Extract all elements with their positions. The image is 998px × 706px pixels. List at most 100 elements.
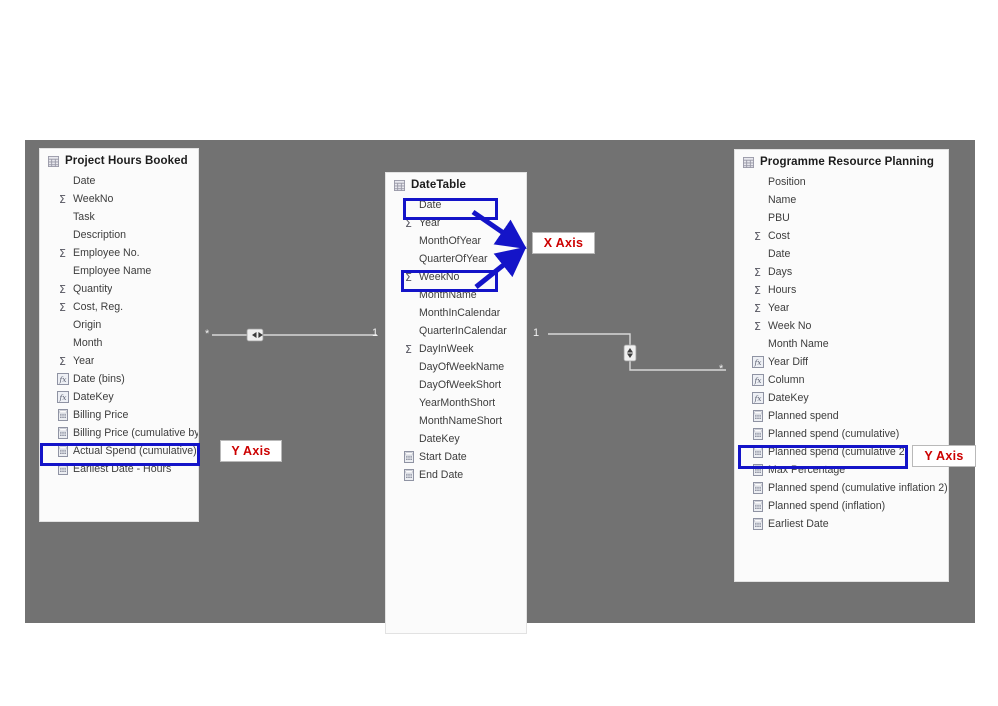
field-row[interactable]: Σ Year [386, 214, 526, 232]
field-row[interactable]: Planned spend (inflation) [735, 497, 948, 515]
field-row[interactable]: Planned spend [735, 407, 948, 425]
field-label: Planned spend (cumulative inflation 2) [768, 482, 948, 494]
field-row[interactable]: MonthInCalendar [386, 304, 526, 322]
measure-icon [751, 410, 764, 423]
field-label: QuarterInCalendar [419, 325, 507, 337]
field-row[interactable]: fx Column [735, 371, 948, 389]
table-header[interactable]: DateTable [386, 173, 526, 196]
field-row[interactable]: PBU [735, 209, 948, 227]
field-icon-none [56, 175, 69, 188]
field-row[interactable]: fx Date (bins) [40, 370, 198, 388]
field-list: Date Σ WeekNo Task Description Σ Employee No. E… [40, 172, 198, 484]
field-row[interactable]: Σ Employee No. [40, 244, 198, 262]
field-row[interactable]: Month Name [735, 335, 948, 353]
field-row[interactable]: Σ Quantity [40, 280, 198, 298]
field-label: DayOfWeekShort [419, 379, 502, 391]
field-row[interactable]: Σ Week No [735, 317, 948, 335]
field-list: Position Name PBU Σ Cost Date Σ Days Σ Hours Σ Year… [735, 173, 948, 539]
cardinality-many-left: * [205, 328, 210, 340]
table-card-datetable[interactable]: DateTable Date Σ Year MonthOfYear QuarterOfY… [385, 172, 527, 634]
calculated-column-icon: fx [751, 374, 764, 387]
field-label: Earliest Date [768, 518, 829, 530]
field-row[interactable]: Earliest Date - Hours [40, 460, 198, 478]
table-card-programme-resource-planning[interactable]: Programme Resource Planning Position Name… [734, 149, 949, 582]
field-row[interactable]: MonthNameShort [386, 412, 526, 430]
field-label: PBU [768, 212, 790, 224]
field-row[interactable]: End Date [386, 466, 526, 484]
table-header[interactable]: Programme Resource Planning [735, 150, 948, 173]
field-row[interactable]: Σ Hours [735, 281, 948, 299]
field-icon-none [402, 433, 415, 446]
table-header[interactable]: Project Hours Booked [40, 149, 198, 172]
field-row[interactable]: fx DateKey [40, 388, 198, 406]
field-label: MonthNameShort [419, 415, 503, 427]
field-row[interactable]: Task [40, 208, 198, 226]
field-row[interactable]: DayOfWeekName [386, 358, 526, 376]
field-icon-none [402, 253, 415, 266]
field-label: Employee Name [73, 265, 152, 277]
measure-icon [751, 500, 764, 513]
field-row[interactable]: Actual Spend (cumulative) [40, 442, 198, 460]
table-title: Project Hours Booked [65, 155, 188, 167]
field-row[interactable]: Billing Price [40, 406, 198, 424]
model-canvas[interactable]: * 1 1 * Project Hours Booked Date Σ WeekNo… [25, 140, 975, 634]
field-label: Name [768, 194, 797, 206]
field-row[interactable]: Billing Price (cumulative by » [40, 424, 198, 442]
field-row[interactable]: fx DateKey [735, 389, 948, 407]
field-row[interactable]: Planned spend (cumulative inflation 2) [735, 479, 948, 497]
field-row[interactable]: Σ WeekNo [386, 268, 526, 286]
measure-icon [56, 445, 69, 458]
field-icon-none [402, 325, 415, 338]
field-row[interactable]: fx Year Diff [735, 353, 948, 371]
field-row[interactable]: Date [40, 172, 198, 190]
field-label: Year [768, 302, 790, 314]
field-row[interactable]: Σ Cost [735, 227, 948, 245]
measure-icon [751, 464, 764, 477]
field-row[interactable]: Σ WeekNo [40, 190, 198, 208]
field-row[interactable]: MonthName [386, 286, 526, 304]
table-card-project-hours-booked[interactable]: Project Hours Booked Date Σ WeekNo Task Desc… [39, 148, 199, 522]
field-row[interactable]: Σ Days [735, 263, 948, 281]
field-row[interactable]: Origin [40, 316, 198, 334]
sigma-icon: Σ [405, 216, 412, 230]
field-row[interactable]: DayOfWeekShort [386, 376, 526, 394]
callout-y-axis-right: Y Axis [912, 445, 976, 467]
field-row[interactable]: Date [735, 245, 948, 263]
field-label: DateKey [768, 392, 809, 404]
field-label: Week No [768, 320, 812, 332]
sigma-icon: Σ [59, 300, 66, 314]
field-icon-none [56, 265, 69, 278]
field-row[interactable]: MonthOfYear [386, 232, 526, 250]
table-icon [743, 156, 754, 168]
field-row[interactable]: QuarterOfYear [386, 250, 526, 268]
field-row[interactable]: Employee Name [40, 262, 198, 280]
field-row[interactable]: Σ Cost, Reg. [40, 298, 198, 316]
field-row[interactable]: QuarterInCalendar [386, 322, 526, 340]
field-label: Origin [73, 319, 102, 331]
field-label: Quantity [73, 283, 113, 295]
field-icon-none [751, 338, 764, 351]
field-label: Month Name [768, 338, 829, 350]
field-row[interactable]: Name [735, 191, 948, 209]
callout-x-axis: X Axis [532, 232, 595, 254]
field-row[interactable]: Σ Year [735, 299, 948, 317]
field-label: End Date [419, 469, 464, 481]
field-row[interactable]: Position [735, 173, 948, 191]
svg-text:fx: fx [753, 358, 762, 367]
field-icon-none [402, 235, 415, 248]
field-row[interactable]: Date [386, 196, 526, 214]
field-icon-none [751, 212, 764, 225]
field-row[interactable]: YearMonthShort [386, 394, 526, 412]
svg-text:fx: fx [753, 394, 762, 403]
field-label: Column [768, 374, 805, 386]
field-row[interactable]: DateKey [386, 430, 526, 448]
field-row[interactable]: Σ DayInWeek [386, 340, 526, 358]
field-row[interactable]: Earliest Date [735, 515, 948, 533]
field-row[interactable]: Σ Year [40, 352, 198, 370]
sigma-icon: Σ [59, 282, 66, 296]
field-row[interactable]: Planned spend (cumulative) [735, 425, 948, 443]
field-row[interactable]: Start Date [386, 448, 526, 466]
field-row[interactable]: Description [40, 226, 198, 244]
field-icon-none [402, 379, 415, 392]
field-row[interactable]: Month [40, 334, 198, 352]
